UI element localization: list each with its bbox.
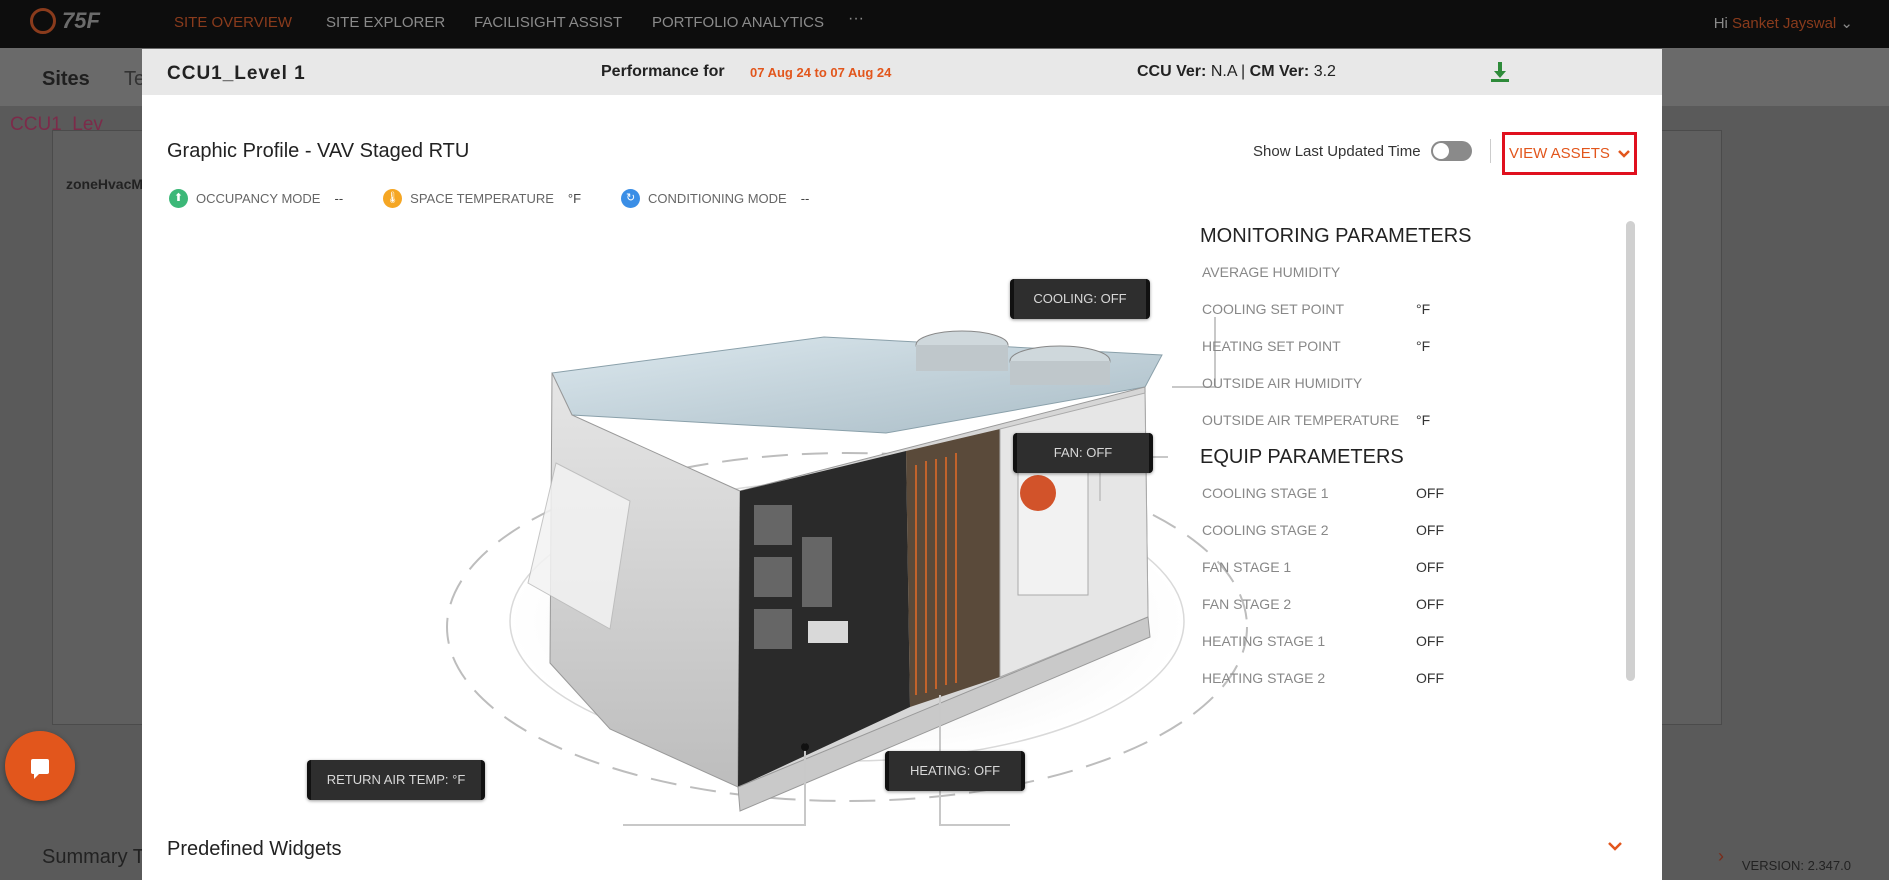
- ccu-detail-modal: CCU1_Level 1 Performance for 07 Aug 24 t…: [142, 49, 1662, 880]
- sites-label: Sites: [42, 68, 90, 90]
- nav-site-overview[interactable]: SITE OVERVIEW: [174, 14, 292, 31]
- chevron-down-icon[interactable]: [1608, 842, 1622, 851]
- param-label: OUTSIDE AIR HUMIDITY: [1202, 374, 1363, 391]
- param-label: HEATING STAGE 2: [1202, 669, 1326, 686]
- space-temperature: 🌡 SPACE TEMPERATURE °F: [383, 189, 581, 208]
- download-icon[interactable]: [1490, 61, 1510, 83]
- occupancy-mode-label: OCCUPANCY MODE: [196, 191, 321, 206]
- param-label: HEATING SET POINT: [1202, 337, 1341, 354]
- param-row: HEATING STAGE 2 OFF: [1200, 659, 1560, 696]
- param-row: COOLING STAGE 1 OFF: [1200, 474, 1560, 511]
- greeting: Hi: [1713, 15, 1728, 32]
- nav-facilisight-assist[interactable]: FACILISIGHT ASSIST: [474, 14, 622, 31]
- param-label: COOLING STAGE 1: [1202, 484, 1329, 501]
- param-label: COOLING SET POINT: [1202, 300, 1345, 317]
- param-label: FAN STAGE 1: [1202, 558, 1292, 575]
- version-label: VERSION: 2.347.0: [1741, 858, 1851, 873]
- param-label: HEATING STAGE 1: [1202, 632, 1326, 649]
- background-zone-label: zoneHvacM: [66, 176, 144, 192]
- date-range[interactable]: 07 Aug 24 to 07 Aug 24: [750, 65, 891, 80]
- version-info: CCU Ver: N.A | CM Ver: 3.2: [1137, 63, 1336, 80]
- param-value: °F: [1416, 300, 1431, 317]
- param-label: COOLING STAGE 2: [1202, 521, 1329, 538]
- param-value: OFF: [1416, 595, 1444, 612]
- param-value: °F: [1416, 337, 1431, 354]
- chevron-right-icon[interactable]: ›: [1718, 846, 1724, 867]
- param-row: OUTSIDE AIR TEMPERATURE °F: [1200, 401, 1560, 438]
- conditioning-mode-value: --: [800, 191, 810, 206]
- ccu-ver-value: N.A: [1210, 63, 1237, 80]
- space-temperature-value: °F: [567, 191, 582, 206]
- param-label: AVERAGE HUMIDITY: [1202, 263, 1341, 280]
- logo-text: 75F: [62, 8, 100, 33]
- background-summary-label: Summary T: [42, 846, 145, 868]
- predefined-widgets-title: Predefined Widgets: [167, 838, 342, 860]
- param-row: FAN STAGE 2 OFF: [1200, 585, 1560, 622]
- chat-icon: [31, 758, 49, 779]
- show-last-updated-label: Show Last Updated Time: [1253, 143, 1421, 160]
- param-value: OFF: [1416, 669, 1444, 686]
- param-label: FAN STAGE 2: [1202, 595, 1292, 612]
- view-assets-label: VIEW ASSETS: [1509, 145, 1610, 162]
- monitoring-parameters-heading: MONITORING PARAMETERS: [1200, 225, 1472, 247]
- param-row: AVERAGE HUMIDITY: [1200, 253, 1560, 290]
- chevron-down-icon: ⌄: [1840, 15, 1853, 32]
- equip-parameters-heading: EQUIP PARAMETERS: [1200, 446, 1404, 468]
- param-value: OFF: [1416, 521, 1444, 538]
- user-menu[interactable]: Hi Sanket Jayswal ⌄: [1714, 14, 1853, 32]
- chat-button[interactable]: [5, 731, 75, 801]
- logo-icon: [30, 8, 56, 34]
- occupancy-mode: ⬆ OCCUPANCY MODE --: [169, 189, 343, 208]
- param-value: °F: [1416, 411, 1431, 428]
- logo[interactable]: 75F: [30, 8, 100, 34]
- modal-title: CCU1_Level 1: [167, 63, 306, 84]
- modal-header: CCU1_Level 1 Performance for 07 Aug 24 t…: [142, 49, 1662, 95]
- cm-ver-label: CM Ver:: [1249, 63, 1310, 80]
- performance-label: Performance for: [601, 63, 725, 80]
- parameters-scrollbar[interactable]: [1626, 221, 1635, 681]
- nav-more-icon[interactable]: ···: [848, 10, 864, 28]
- param-row: OUTSIDE AIR HUMIDITY: [1200, 364, 1560, 401]
- space-temperature-label: SPACE TEMPERATURE: [410, 191, 554, 206]
- parameters-panel: MONITORING PARAMETERS AVERAGE HUMIDITY C…: [1200, 219, 1560, 696]
- divider: [1490, 139, 1491, 163]
- conditioning-mode: ↻ CONDITIONING MODE --: [621, 189, 809, 208]
- fan-status-callout[interactable]: FAN: OFF: [1013, 433, 1153, 473]
- param-row: HEATING STAGE 1 OFF: [1200, 622, 1560, 659]
- return-air-temp-callout[interactable]: RETURN AIR TEMP: °F: [307, 760, 485, 800]
- param-row: FAN STAGE 1 OFF: [1200, 548, 1560, 585]
- cooling-status-callout[interactable]: COOLING: OFF: [1010, 279, 1150, 319]
- heating-status-callout[interactable]: HEATING: OFF: [885, 751, 1025, 791]
- nav-site-explorer[interactable]: SITE EXPLORER: [326, 14, 445, 31]
- param-label: OUTSIDE AIR TEMPERATURE: [1202, 411, 1400, 428]
- param-row: COOLING STAGE 2 OFF: [1200, 511, 1560, 548]
- conditioning-icon: ↻: [621, 189, 641, 208]
- param-row: COOLING SET POINT °F: [1200, 290, 1560, 327]
- graphic-profile-title: Graphic Profile - VAV Staged RTU: [167, 140, 470, 162]
- top-navigation-bar: 75F SITE OVERVIEW SITE EXPLORER FACILISI…: [0, 0, 1889, 48]
- occupancy-icon: ⬆: [169, 189, 188, 208]
- show-last-updated-toggle[interactable]: [1431, 141, 1472, 161]
- chevron-down-icon: [1617, 149, 1630, 158]
- nav-portfolio-analytics[interactable]: PORTFOLIO ANALYTICS: [652, 14, 824, 31]
- predefined-widgets-bar[interactable]: [142, 827, 1662, 880]
- ccu-ver-label: CCU Ver:: [1137, 63, 1207, 80]
- user-name: Sanket Jayswal: [1732, 15, 1837, 32]
- thermometer-icon: 🌡: [383, 189, 403, 208]
- cm-ver-value: 3.2: [1313, 63, 1336, 80]
- occupancy-mode-value: --: [334, 191, 344, 206]
- param-value: OFF: [1416, 632, 1444, 649]
- param-value: OFF: [1416, 484, 1444, 501]
- param-value: OFF: [1416, 558, 1444, 575]
- param-row: HEATING SET POINT °F: [1200, 327, 1560, 364]
- view-assets-button[interactable]: VIEW ASSETS: [1502, 132, 1637, 175]
- mode-indicators: ⬆ OCCUPANCY MODE -- 🌡 SPACE TEMPERATURE …: [169, 189, 849, 208]
- conditioning-mode-label: CONDITIONING MODE: [648, 191, 787, 206]
